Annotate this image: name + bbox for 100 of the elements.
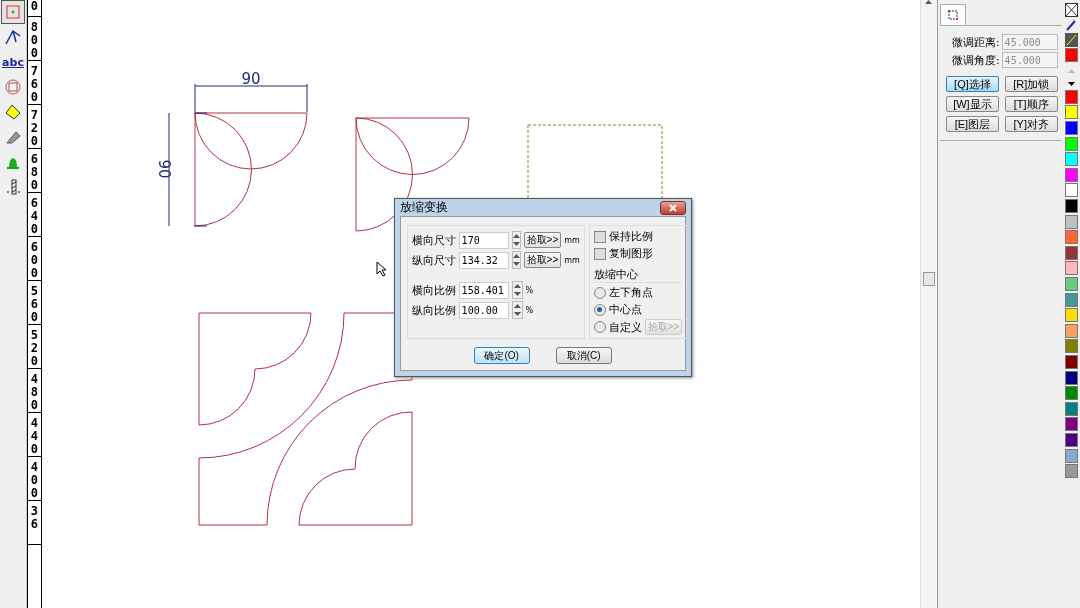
radio-label: 左下角点 bbox=[608, 285, 653, 300]
panel-button[interactable]: [T]顺序 bbox=[1004, 96, 1058, 112]
up-arrow-icon bbox=[513, 304, 521, 308]
color-swatch[interactable] bbox=[1065, 432, 1079, 447]
color-swatch[interactable] bbox=[1065, 183, 1079, 198]
ruler-label: 560 bbox=[30, 285, 38, 324]
tool-icon bbox=[4, 178, 23, 196]
color-swatch[interactable] bbox=[1065, 152, 1079, 167]
panel-button[interactable]: [R]加锁 bbox=[1004, 76, 1058, 92]
color-swatch[interactable] bbox=[1065, 355, 1079, 369]
field-label: 纵向尺寸 bbox=[411, 252, 456, 268]
ruler-label: 680 bbox=[30, 153, 38, 192]
down-arrow-icon bbox=[513, 312, 521, 316]
unit-label: % bbox=[525, 285, 534, 295]
radio-button[interactable] bbox=[593, 303, 606, 316]
field-label: 横向比例 bbox=[411, 282, 456, 298]
dimension-label: 90 bbox=[241, 70, 261, 88]
pattern-icon[interactable] bbox=[1065, 33, 1079, 47]
unit-label: mm bbox=[564, 255, 580, 265]
color-swatch[interactable] bbox=[1065, 261, 1079, 276]
ok-button[interactable]: 确定(O) bbox=[473, 347, 530, 364]
polygon-icon bbox=[4, 103, 23, 121]
radio-button[interactable] bbox=[593, 321, 606, 333]
cancel-button[interactable]: 取消(C) bbox=[555, 347, 612, 364]
angle-icon bbox=[4, 28, 23, 46]
color-swatch[interactable] bbox=[1065, 292, 1079, 307]
rectangle-icon bbox=[4, 3, 23, 21]
unit-label: mm bbox=[564, 235, 580, 245]
field-label: 微调距离: bbox=[951, 34, 1000, 50]
unit-label: % bbox=[525, 305, 534, 315]
down-arrow-icon bbox=[512, 242, 520, 246]
color-swatch[interactable] bbox=[1065, 105, 1079, 120]
pick-button[interactable]: 拾取>> bbox=[523, 232, 562, 248]
group-title: 放缩中心 bbox=[593, 267, 683, 283]
spinner[interactable] bbox=[511, 281, 523, 299]
no-fill-icon[interactable] bbox=[1065, 3, 1079, 17]
color-swatch[interactable] bbox=[1065, 323, 1079, 338]
ruler-label: 440 bbox=[30, 417, 38, 456]
ruler-label: 520 bbox=[30, 329, 38, 368]
ruler-label: 720 bbox=[30, 109, 38, 148]
close-icon bbox=[668, 203, 677, 212]
color-swatch[interactable] bbox=[1065, 230, 1079, 245]
color-swatch[interactable] bbox=[1065, 370, 1079, 385]
close-button[interactable] bbox=[659, 200, 686, 215]
checkbox-label: 保持比例 bbox=[608, 229, 653, 244]
dimension-label: 90 bbox=[154, 159, 173, 179]
current-color[interactable] bbox=[1065, 48, 1079, 63]
drawing-canvas[interactable]: 90 90 放缩变换 横向尺寸 170 拾取>> mm 纵向尺寸 134.32 拾取>> mm 横向比例 158.401 % 纵向比例 100.00 % 保持比例 复制图形 放缩中心 左下角点 中心点 自定义 拾取>> 确定(O) 取消(C) bbox=[41, 0, 920, 608]
radio-label: 中心点 bbox=[608, 302, 642, 317]
panel-tab[interactable] bbox=[940, 4, 966, 25]
size-field[interactable]: 134.32 bbox=[458, 251, 509, 269]
color-swatch[interactable] bbox=[1065, 199, 1079, 214]
color-swatch[interactable] bbox=[1065, 245, 1079, 260]
checkbox[interactable] bbox=[593, 247, 606, 260]
ruler-label: 36 bbox=[30, 505, 38, 533]
ruler-label: 760 bbox=[30, 65, 38, 104]
ruler-label: 600 bbox=[30, 241, 38, 280]
ruler-label: 0 bbox=[30, 0, 38, 15]
pick-button[interactable]: 拾取>> bbox=[523, 252, 562, 268]
spinner[interactable] bbox=[511, 251, 521, 269]
color-swatch[interactable] bbox=[1065, 386, 1079, 401]
color-swatch[interactable] bbox=[1065, 339, 1079, 354]
scroll-thumb[interactable] bbox=[922, 272, 935, 286]
down-arrow-icon bbox=[513, 292, 521, 296]
panel-button[interactable]: [E]图层 bbox=[946, 116, 999, 132]
color-swatch[interactable] bbox=[1065, 448, 1079, 463]
panel-button[interactable]: [W]显示 bbox=[946, 96, 999, 112]
field-label: 微调角度: bbox=[951, 52, 1000, 68]
tool-button[interactable] bbox=[1, 0, 26, 24]
field-label: 横向尺寸 bbox=[411, 232, 456, 248]
color-swatch[interactable] bbox=[1065, 89, 1079, 104]
color-swatch[interactable] bbox=[1065, 167, 1079, 182]
spinner[interactable] bbox=[511, 301, 523, 319]
field-label: 纵向比例 bbox=[411, 302, 456, 318]
size-field[interactable]: 170 bbox=[458, 231, 509, 249]
text-tool[interactable]: abc bbox=[1, 50, 26, 74]
color-swatch[interactable] bbox=[1065, 277, 1079, 291]
up-arrow-icon bbox=[512, 254, 520, 258]
pen-icon[interactable] bbox=[1065, 18, 1079, 32]
ruler-label: 640 bbox=[30, 197, 38, 236]
scale-field[interactable]: 158.401 bbox=[458, 281, 509, 299]
color-swatch[interactable] bbox=[1065, 308, 1079, 323]
panel-button[interactable]: [Q]选择 bbox=[946, 76, 999, 92]
panel-button[interactable]: [Y]对齐 bbox=[1004, 116, 1058, 132]
color-swatch[interactable] bbox=[1065, 417, 1079, 432]
selection-icon bbox=[947, 9, 959, 21]
dialog-title: 放缩变换 bbox=[399, 199, 448, 216]
spinner[interactable] bbox=[511, 231, 521, 249]
color-swatch[interactable] bbox=[1065, 464, 1079, 479]
color-swatch[interactable] bbox=[1065, 121, 1079, 136]
radio-button[interactable] bbox=[593, 286, 606, 299]
checkbox-label: 复制图形 bbox=[608, 246, 653, 261]
cursor-icon bbox=[375, 261, 387, 277]
color-swatch[interactable] bbox=[1065, 401, 1079, 416]
color-swatch[interactable] bbox=[1065, 214, 1079, 229]
checkbox[interactable] bbox=[593, 230, 606, 243]
color-swatch[interactable] bbox=[1065, 136, 1079, 151]
radio-label: 自定义 bbox=[608, 319, 642, 335]
up-arrow-icon bbox=[925, 0, 933, 4]
scale-field[interactable]: 100.00 bbox=[458, 301, 509, 319]
